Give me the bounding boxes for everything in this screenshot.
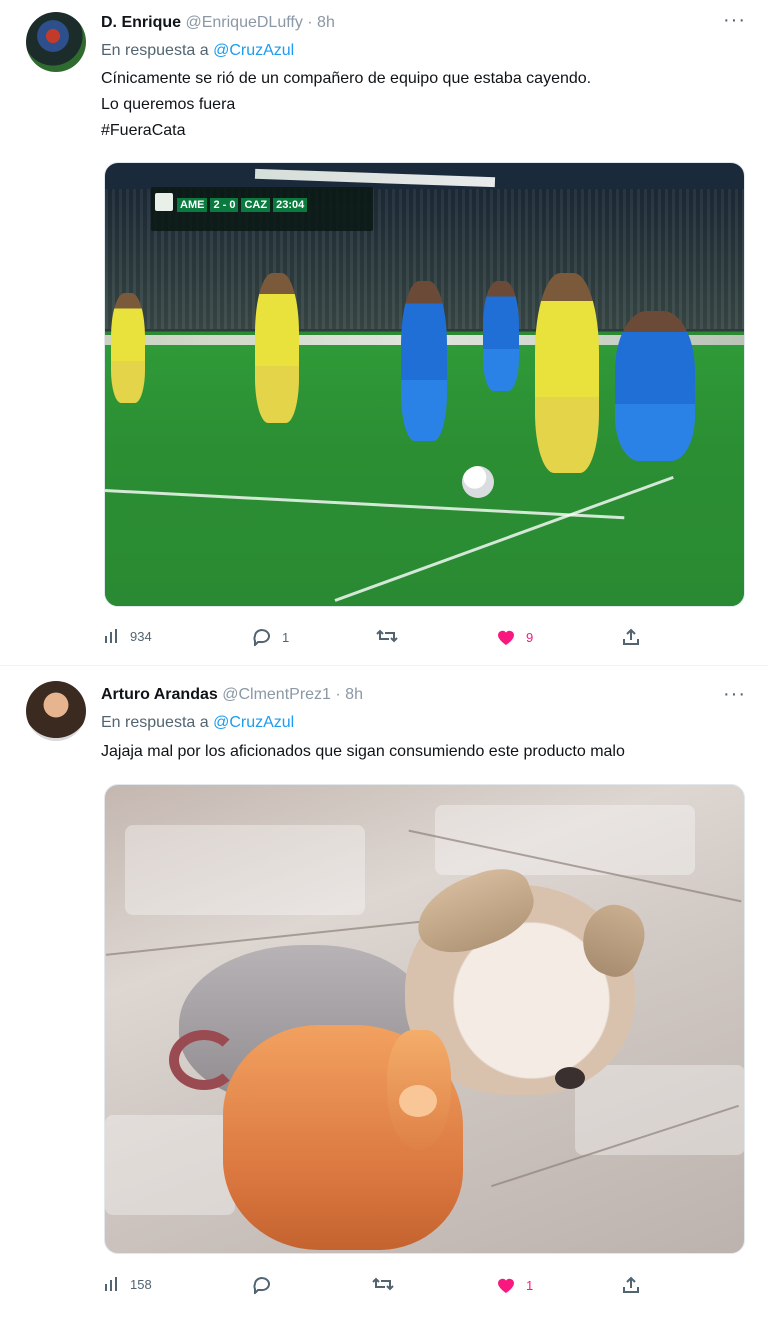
mention-link[interactable]: @CruzAzul	[213, 42, 294, 59]
mention-link[interactable]: @CruzAzul	[213, 714, 294, 731]
timestamp[interactable]: 8h	[345, 686, 363, 703]
separator: ·	[307, 14, 313, 31]
reply-context: En respuesta a @CruzAzul	[101, 42, 294, 60]
reply-prefix: En respuesta a	[101, 42, 209, 59]
reply-prefix: En respuesta a	[101, 714, 209, 731]
retweet-button[interactable]	[376, 628, 408, 644]
tweet-media-image[interactable]: AME 2 - 0 CAZ 23:04	[104, 162, 745, 607]
tweet-header: D. Enrique @EnriqueDLuffy · 8h	[101, 14, 335, 34]
scorebug: AME 2 - 0 CAZ 23:04	[151, 187, 373, 231]
floor-tile	[125, 825, 365, 915]
reply-button[interactable]	[252, 1276, 282, 1294]
tweet-actions: 934 1 9	[104, 628, 664, 650]
more-icon[interactable]: ···	[723, 684, 746, 704]
views-button[interactable]: 934	[104, 628, 152, 644]
player	[535, 273, 599, 473]
author-name[interactable]: D. Enrique	[101, 14, 181, 31]
dog-collar	[169, 1030, 239, 1090]
share-button[interactable]	[622, 628, 640, 646]
like-button[interactable]: 1	[496, 1276, 533, 1294]
timestamp[interactable]: 8h	[317, 14, 335, 31]
floor-tile	[105, 1115, 235, 1215]
avatar[interactable]	[26, 681, 86, 741]
reply-button[interactable]: 1	[252, 628, 289, 646]
reply-icon	[253, 1277, 270, 1294]
reply-icon	[253, 629, 270, 646]
player	[255, 273, 299, 423]
like-count: 1	[526, 1277, 534, 1293]
like-icon	[498, 1278, 514, 1293]
reply-context: En respuesta a @CruzAzul	[101, 714, 294, 732]
reply-count: 1	[282, 629, 290, 645]
share-icon	[623, 1276, 639, 1293]
tweet-actions: 158 1	[104, 1276, 664, 1298]
more-icon[interactable]: ···	[723, 10, 746, 30]
retweet-icon	[376, 629, 398, 643]
share-button[interactable]	[622, 1276, 640, 1294]
tweet-media-image[interactable]	[104, 784, 745, 1254]
player	[615, 311, 695, 461]
share-icon	[623, 628, 639, 645]
tweet-header: Arturo Arandas @ClmentPrez1 · 8h	[101, 686, 363, 706]
author-name[interactable]: Arturo Arandas	[101, 686, 218, 703]
retweet-icon	[372, 1277, 394, 1291]
tweet-text-line: Jajaja mal por los aficionados que sigan…	[101, 743, 625, 760]
hashtag-link[interactable]: #FueraCata	[101, 118, 186, 143]
player	[483, 281, 519, 391]
tweet-text-line: Lo queremos fuera	[101, 96, 236, 113]
separator: ·	[335, 686, 341, 703]
views-count: 158	[130, 1276, 152, 1292]
author-handle[interactable]: @EnriqueDLuffy	[185, 14, 302, 31]
dog-nose	[555, 1067, 585, 1089]
player	[401, 281, 447, 441]
league-logo	[155, 193, 173, 211]
retweet-button[interactable]	[372, 1276, 404, 1292]
avatar[interactable]	[26, 12, 86, 72]
banner	[254, 168, 496, 188]
soccer-ball	[462, 466, 494, 498]
tweet[interactable]: D. Enrique @EnriqueDLuffy · 8h ··· En re…	[0, 0, 768, 666]
score: 2 - 0	[210, 198, 239, 212]
away-team: CAZ	[241, 198, 271, 212]
tweet-text-line: Cínicamente se rió de un compañero de eq…	[101, 70, 592, 87]
views-count: 934	[130, 628, 152, 644]
home-team: AME	[177, 198, 208, 212]
views-button[interactable]: 158	[104, 1276, 152, 1292]
match-clock: 23:04	[273, 198, 308, 212]
views-icon	[105, 629, 117, 643]
views-icon	[105, 1277, 117, 1291]
like-count: 9	[526, 629, 534, 645]
like-button[interactable]: 9	[496, 628, 533, 646]
fingernail	[399, 1085, 437, 1117]
player	[111, 293, 145, 403]
like-icon	[498, 630, 514, 645]
author-handle[interactable]: @ClmentPrez1	[222, 686, 331, 703]
